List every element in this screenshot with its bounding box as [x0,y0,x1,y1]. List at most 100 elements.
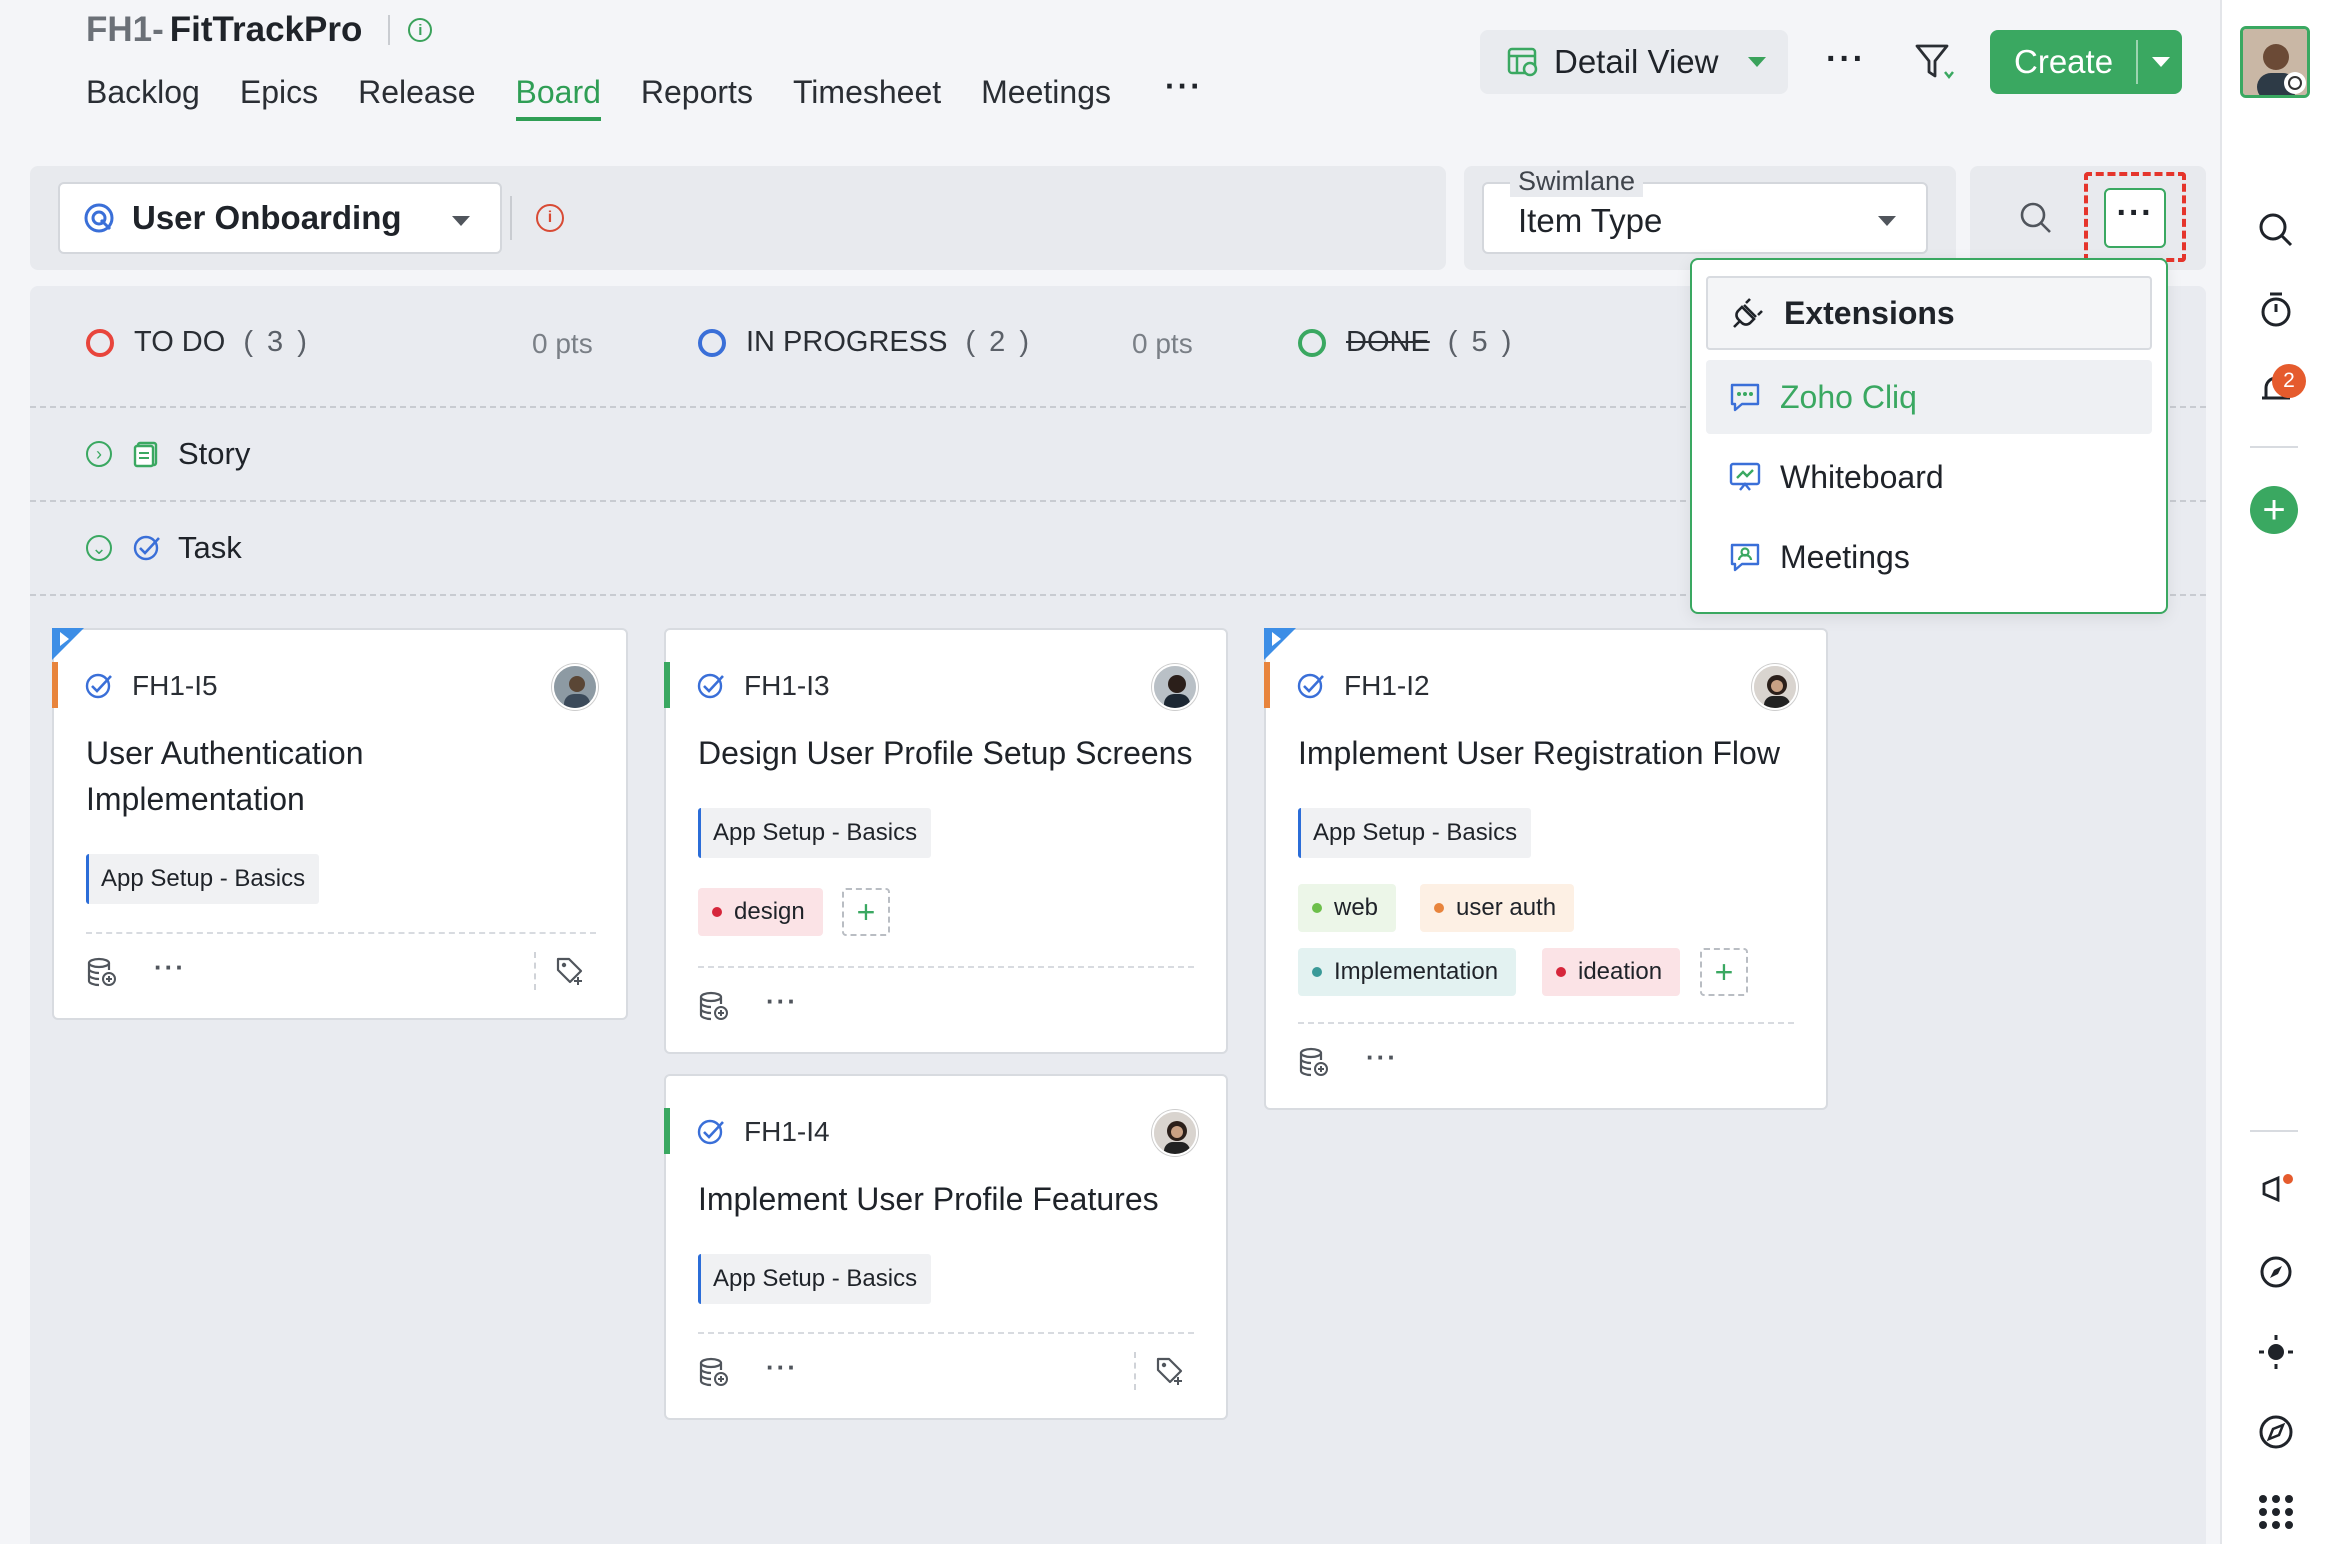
card-more-button[interactable]: ··· [1366,1042,1398,1073]
apps-grid-icon[interactable] [2256,1492,2296,1532]
database-add-icon[interactable] [86,956,118,988]
search-icon[interactable] [2256,210,2296,250]
add-tag-button[interactable]: + [1700,948,1748,996]
divider [388,15,391,45]
menu-item-zoho-cliq[interactable]: Zoho Cliq [1706,360,2152,434]
tag-label: Implementation [1334,958,1499,985]
database-add-icon[interactable] [1298,1046,1330,1078]
card-footer: ··· [86,952,186,988]
card-footer-right [1134,1352,1186,1390]
card-more-button[interactable]: ··· [154,952,186,983]
card-footer: ··· [698,1352,798,1388]
database-add-icon[interactable] [698,1356,730,1388]
task-icon [85,673,112,699]
card-title[interactable]: Implement User Registration Flow [1298,730,1780,776]
theme-sun-icon[interactable] [2256,1332,2296,1372]
tag-add-icon[interactable] [554,955,586,987]
menu-item-label: Meetings [1780,538,1910,575]
tag-label: design [734,898,805,925]
label-tag[interactable]: design [698,888,823,936]
project-info-icon[interactable]: i [408,18,433,42]
divider [86,932,596,934]
assignee-avatar[interactable] [552,664,598,710]
timer-icon[interactable] [2256,290,2296,330]
whiteboard-icon [1729,462,1761,491]
divider [2136,40,2138,84]
menu-item-label: Zoho Cliq [1780,378,1917,415]
top-header: FH1- FitTrackPro i Backlog Epics Release… [0,0,2220,160]
card-title[interactable]: Design User Profile Setup Screens [698,730,1192,776]
task-card[interactable]: FH1-I3 Design User Profile Setup Screens… [664,628,1228,1054]
swimlane-selector[interactable]: Swimlane Item Type [1482,166,1928,254]
board-more-button[interactable]: ··· [2104,188,2166,248]
menu-item-label: Extensions [1784,294,1955,331]
task-icon [697,1119,724,1145]
add-tag-button[interactable]: + [842,888,890,936]
collapse-icon[interactable]: ⌄ [86,535,112,561]
column-status: TO DO [134,326,226,358]
story-icon [133,441,158,468]
tab-epics[interactable]: Epics [240,74,318,121]
assignee-avatar[interactable] [1752,664,1798,710]
label-tag[interactable]: user auth [1420,884,1575,932]
card-id[interactable]: FH1-I5 [132,670,218,702]
tag-dot [1434,903,1444,913]
header-more-button[interactable]: ··· [1826,40,1866,79]
expand-icon[interactable]: › [86,441,112,467]
label-tag[interactable]: web [1298,884,1397,932]
swimlane-task[interactable]: ⌄ Task [86,530,242,566]
assignee-avatar[interactable] [1152,1110,1198,1156]
label-tag[interactable]: Implementation [1298,948,1517,996]
nav-more-button[interactable]: ··· [1165,68,1203,121]
epic-label[interactable]: App Setup - Basics [698,1254,932,1304]
filter-icon[interactable] [1914,42,1956,82]
create-button[interactable]: Create [1990,30,2182,94]
sprint-info-icon[interactable]: i [536,204,564,232]
epic-label[interactable]: App Setup - Basics [1298,808,1532,858]
board-search-icon[interactable] [2018,200,2054,236]
tag-add-icon[interactable] [1154,1355,1186,1387]
divider [698,966,1194,968]
menu-item-meetings[interactable]: Meetings [1706,520,2152,594]
board-more-highlight: ··· [2084,172,2186,262]
card-id[interactable]: FH1-I3 [744,670,830,702]
card-title[interactable]: Implement User Profile Features [698,1176,1159,1222]
tab-meetings[interactable]: Meetings [981,74,1111,121]
card-title[interactable]: User Authentication Implementation [86,730,586,822]
tab-board[interactable]: Board [515,74,601,121]
label-tag[interactable]: ideation [1542,948,1681,996]
tab-reports[interactable]: Reports [641,74,753,121]
swimlane-story[interactable]: › Story [86,436,250,472]
user-avatar[interactable] [2240,26,2310,98]
sprint-name: User Onboarding [132,199,402,236]
view-selector-button[interactable]: Detail View [1480,30,1788,94]
epic-label[interactable]: App Setup - Basics [86,854,320,904]
tab-release[interactable]: Release [358,74,475,121]
database-add-icon[interactable] [698,990,730,1022]
card-id[interactable]: FH1-I4 [744,1116,830,1148]
explore-icon[interactable] [2256,1412,2296,1452]
menu-item-label: Whiteboard [1780,458,1944,495]
compass-icon[interactable] [2256,1252,2296,1292]
assignee-avatar[interactable] [1152,664,1198,710]
menu-item-extensions[interactable]: Extensions [1706,276,2152,350]
tab-timesheet[interactable]: Timesheet [793,74,941,121]
add-icon[interactable]: + [2250,486,2298,534]
card-footer: ··· [1298,1042,1398,1078]
epic-label[interactable]: App Setup - Basics [698,808,932,858]
tab-backlog[interactable]: Backlog [86,74,200,121]
task-card[interactable]: FH1-I2 Implement User Registration Flow … [1264,628,1828,1110]
project-name[interactable]: FitTrackPro [170,10,363,50]
card-more-button[interactable]: ··· [766,986,798,1017]
sprint-selector[interactable]: User Onboarding [58,182,502,254]
create-dropdown-icon[interactable] [2152,57,2170,67]
task-icon [133,535,160,561]
task-card[interactable]: FH1-I5 User Authentication Implementatio… [52,628,628,1020]
tag-dot [1312,967,1322,977]
card-id[interactable]: FH1-I2 [1344,670,1430,702]
column-status: DONE [1346,326,1430,358]
announcement-icon[interactable] [2256,1170,2296,1210]
menu-item-whiteboard[interactable]: Whiteboard [1706,440,2152,514]
card-more-button[interactable]: ··· [766,1352,798,1383]
task-card[interactable]: FH1-I4 Implement User Profile Features A… [664,1074,1228,1420]
